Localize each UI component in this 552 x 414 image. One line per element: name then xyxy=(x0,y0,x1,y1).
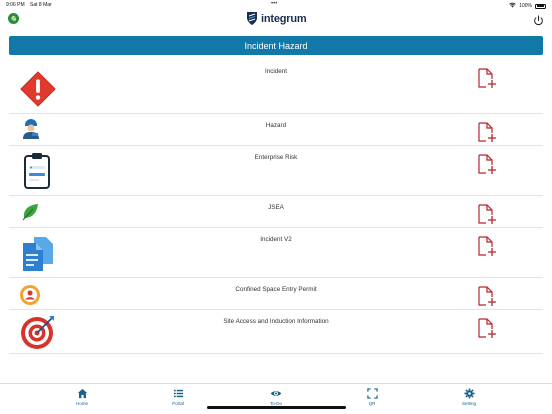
list-item[interactable]: Site Access and Induction Information xyxy=(9,310,543,354)
new-document-icon xyxy=(478,154,496,174)
list-item-label: Enterprise Risk xyxy=(254,154,298,161)
form-list: Incident Hazard Enterprise Risk JSEA Inc… xyxy=(9,60,543,354)
add-form-button[interactable] xyxy=(475,285,497,312)
battery-icon xyxy=(535,3,546,9)
power-button[interactable] xyxy=(533,13,544,31)
add-form-button[interactable] xyxy=(475,203,497,230)
new-document-icon xyxy=(478,204,496,224)
person-badge-icon xyxy=(19,284,41,311)
warning-diamond-icon xyxy=(19,70,57,113)
tab-label: Home xyxy=(75,401,88,406)
target-icon xyxy=(19,313,57,356)
add-form-button[interactable] xyxy=(475,67,497,94)
page-title: Incident Hazard xyxy=(244,40,308,51)
list-item[interactable]: Hazard xyxy=(9,114,543,146)
list-icon xyxy=(173,389,183,398)
list-item-label: JSEA xyxy=(268,204,284,211)
new-document-icon xyxy=(478,68,496,88)
worker-icon xyxy=(21,118,41,145)
gear-icon xyxy=(463,388,475,399)
new-document-icon xyxy=(478,236,496,256)
documents-icon xyxy=(22,236,54,277)
tab-todo[interactable]: To-Do xyxy=(256,388,296,406)
list-item[interactable]: Enterprise Risk xyxy=(9,146,543,196)
status-right: 100% xyxy=(509,2,546,10)
tab-label: Portal xyxy=(172,401,184,406)
tab-setting[interactable]: Setting xyxy=(449,388,489,406)
list-item-label: Incident xyxy=(264,68,288,75)
add-form-button[interactable] xyxy=(475,317,497,344)
tab-home[interactable]: Home xyxy=(62,388,102,406)
logo-text: integrum xyxy=(261,12,307,25)
list-item[interactable]: JSEA xyxy=(9,196,543,228)
app-header: integrum xyxy=(0,10,552,30)
add-form-button[interactable] xyxy=(475,121,497,148)
battery-percent: 100% xyxy=(519,3,532,9)
list-item-label: Hazard xyxy=(265,122,287,129)
list-item[interactable]: Incident V2 xyxy=(9,228,543,278)
list-item[interactable]: Incident xyxy=(9,60,543,114)
list-item[interactable]: Confined Space Entry Permit xyxy=(9,278,543,310)
home-icon xyxy=(77,388,87,399)
app-logo-icon[interactable] xyxy=(8,13,19,24)
status-left: 9:06 PM Sat 8 Mar xyxy=(6,2,56,8)
new-document-icon xyxy=(478,318,496,338)
integrum-logo: integrum xyxy=(246,11,307,26)
tab-bar: Home Portal To-Do QR Setting xyxy=(0,383,552,414)
status-time: 9:06 PM xyxy=(6,2,25,8)
page-title-banner: Incident Hazard xyxy=(9,36,543,55)
status-date: Sat 8 Mar xyxy=(30,2,52,8)
list-item-label: Confined Space Entry Permit xyxy=(235,286,317,293)
list-item-label: Incident V2 xyxy=(260,236,292,243)
power-icon xyxy=(534,15,543,26)
shield-logo-icon xyxy=(247,12,257,25)
tab-label: QR xyxy=(368,401,376,406)
tab-portal[interactable]: Portal xyxy=(158,388,198,406)
wifi-icon xyxy=(509,2,517,10)
tab-label: Setting xyxy=(461,401,476,406)
new-document-icon xyxy=(478,286,496,306)
multitask-dots[interactable]: ••• xyxy=(271,1,277,7)
list-item-label: Site Access and Induction Information xyxy=(223,318,329,325)
add-form-button[interactable] xyxy=(475,235,497,262)
clipboard-icon xyxy=(23,152,51,195)
new-document-icon xyxy=(478,122,496,142)
status-bar: 9:06 PM Sat 8 Mar ••• 100% xyxy=(0,0,552,10)
qr-scan-icon xyxy=(366,388,378,399)
add-form-button[interactable] xyxy=(475,153,497,180)
tab-qr[interactable]: QR xyxy=(352,388,392,406)
home-indicator[interactable] xyxy=(207,406,346,409)
eye-icon xyxy=(270,391,282,396)
leaf-icon xyxy=(22,203,40,226)
